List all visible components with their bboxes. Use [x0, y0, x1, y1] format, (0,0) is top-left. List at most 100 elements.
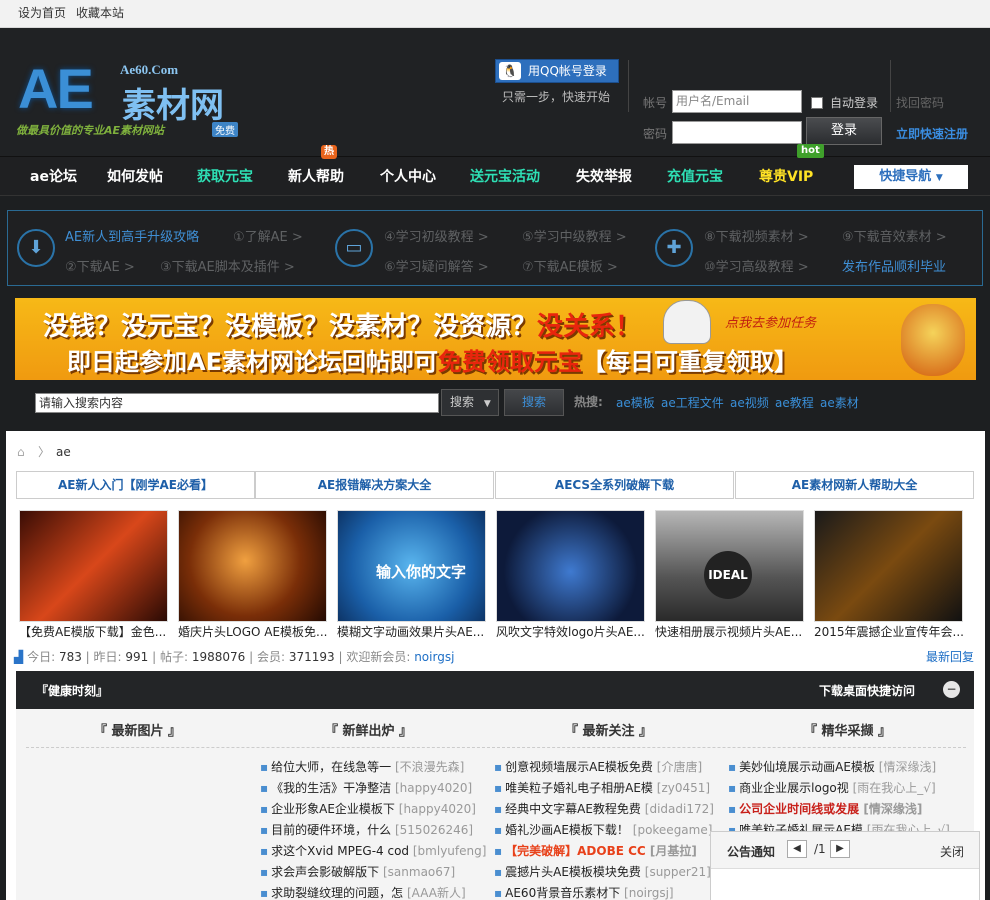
login-button[interactable]: 登录: [806, 117, 882, 145]
auto-login-checkbox[interactable]: [811, 97, 823, 109]
post-author: [情深缘浅]: [878, 760, 937, 774]
guide-title[interactable]: AE新人到高手升级攻略: [65, 226, 199, 245]
nav-vip[interactable]: 尊贵VIP hot: [759, 144, 824, 197]
list-item[interactable]: ▪ 求这个Xvid MPEG-4 cod [bmlyufeng]: [260, 841, 486, 861]
breadcrumb-current[interactable]: ae: [56, 445, 71, 459]
guide-link[interactable]: ⑧下载视频素材 >: [704, 226, 809, 245]
nav-new-help[interactable]: 新人帮助 热: [288, 145, 344, 197]
next-icon[interactable]: ▶: [830, 840, 850, 858]
qq-login-button[interactable]: 🐧 用QQ帐号登录: [495, 59, 619, 83]
guide-link[interactable]: ⑥学习疑问解答 >: [384, 256, 489, 275]
list-item[interactable]: ▪ 《我的生活》干净整洁 [happy4020]: [260, 778, 472, 798]
guide-link[interactable]: ①了解AE >: [233, 226, 303, 245]
nav-vip-label: 尊贵VIP: [759, 169, 814, 185]
list-item[interactable]: ▪ 唯美粒子婚礼电子相册AE模 [zy0451]: [494, 778, 710, 798]
quick-nav-dropdown[interactable]: 快捷导航 ▼: [854, 165, 968, 189]
latest-reply-link[interactable]: 最新回复: [926, 648, 974, 665]
auto-login-label[interactable]: 自动登录: [830, 94, 878, 111]
list-item[interactable]: ▪ 震撼片头AE模板模块免费 [supper21]: [494, 862, 711, 882]
post-title: 经典中文字幕AE教程免费: [505, 802, 641, 816]
guide-link[interactable]: ④学习初级教程 >: [384, 226, 489, 245]
site-logo[interactable]: AE Ae60.Com 素材网 做最具价值的专业AE素材网站 免费: [14, 44, 244, 154]
list-item[interactable]: ▪ 求会声会影破解版下 [sanmao67]: [260, 862, 455, 882]
bullet-icon: ▪: [260, 802, 269, 816]
nav-personal-center[interactable]: 个人中心: [380, 157, 436, 197]
thumbnail-image[interactable]: [496, 510, 645, 622]
bookmark-link[interactable]: 收藏本站: [76, 6, 124, 20]
bullet-icon: ▪: [728, 781, 737, 795]
list-item[interactable]: ▪ 公司企业时间线或发展 [情深缘浅]: [728, 799, 922, 819]
forum-stats: ▟ 今日: 783 | 昨日: 991 | 帖子: 1988076 | 会员: …: [14, 650, 455, 664]
hot-keyword[interactable]: ae素材: [820, 394, 859, 411]
tab-help[interactable]: AE素材网新人帮助大全: [735, 471, 974, 499]
password-input[interactable]: [672, 121, 802, 144]
thumbnail-image[interactable]: [178, 510, 327, 622]
stats-today: 783: [58, 650, 82, 664]
account-label: 帐号: [643, 96, 668, 110]
list-item[interactable]: ▪ 创意视频墙展示AE模板免费 [介唐唐]: [494, 757, 702, 777]
nav-how-to-post[interactable]: 如何发帖: [107, 157, 163, 197]
hot-keyword[interactable]: ae工程文件: [661, 394, 724, 411]
thumbnail-image[interactable]: 输入你的文字: [337, 510, 486, 622]
tab-errors[interactable]: AE报错解决方案大全: [255, 471, 494, 499]
guide-final-link[interactable]: 发布作品顺利毕业: [842, 256, 946, 275]
thumbnail-caption[interactable]: 风吹文字特效logo片头AE...: [496, 624, 646, 640]
search-button[interactable]: 搜索: [504, 389, 564, 416]
guide-link[interactable]: ⑨下载音效素材 >: [842, 226, 947, 245]
list-item[interactable]: ▪ 企业形象AE企业模板下 [happy4020]: [260, 799, 476, 819]
list-item[interactable]: ▪ 商业企业展示logo视 [雨在我心上_√]: [728, 778, 936, 798]
hot-keyword[interactable]: ae教程: [775, 394, 814, 411]
list-item[interactable]: ▪ 目前的硬件环境，什么 [515026246]: [260, 820, 473, 840]
nav-ae-forum[interactable]: ae论坛: [30, 157, 77, 197]
search-input[interactable]: 请输入搜索内容: [35, 393, 439, 413]
thumbnail-caption[interactable]: 【免费AE模版下载】金色...: [19, 624, 169, 640]
post-title: 唯美粒子婚礼电子相册AE模: [505, 781, 653, 795]
post-author: [sanmao67]: [382, 865, 456, 879]
hot-keyword[interactable]: ae模板: [616, 394, 655, 411]
caret-down-icon: ▼: [483, 399, 491, 409]
list-item[interactable]: ▪ 【完美破解】ADOBE CC [月基拉]: [494, 841, 697, 861]
set-home-link[interactable]: 设为首页: [18, 6, 66, 20]
guide-link[interactable]: ⑩学习高级教程 >: [704, 256, 809, 275]
collapse-icon[interactable]: −: [943, 681, 960, 698]
thumbnail-image[interactable]: [19, 510, 168, 622]
thumbnail-caption[interactable]: 快速相册展示视频片头AE...: [655, 624, 805, 640]
list-item[interactable]: ▪ 给位大师，在线急等一 [不浪漫先森]: [260, 757, 464, 777]
newest-member-link[interactable]: noirgsj: [414, 650, 454, 664]
nav-report[interactable]: 失效举报: [576, 157, 632, 197]
thumbnail-image[interactable]: [814, 510, 963, 622]
prev-icon[interactable]: ◀: [787, 840, 807, 858]
thumbnail-caption[interactable]: 婚庆片头LOGO AE模板免...: [178, 624, 328, 640]
guide-link[interactable]: ②下载AE >: [65, 256, 135, 275]
list-item[interactable]: ▪ AE60背景音乐素材下 [noirgsj]: [494, 883, 674, 900]
bullet-icon: ▪: [260, 781, 269, 795]
hot-keyword[interactable]: ae视频: [730, 394, 769, 411]
home-icon[interactable]: ⌂: [17, 445, 31, 459]
column-header-images: 『 最新图片 』: [94, 724, 182, 739]
guide-link[interactable]: ③下载AE脚本及插件 >: [160, 256, 295, 275]
thumbnail-image[interactable]: IDEAL: [655, 510, 804, 622]
tab-aecs-download[interactable]: AECS全系列破解下载: [495, 471, 734, 499]
notice-header: 公告通知 ◀ /1 ▶ 关闭: [711, 832, 979, 869]
nav-recharge[interactable]: 充值元宝: [667, 157, 723, 197]
post-author: [zy0451]: [656, 781, 711, 795]
nav-ingot-event[interactable]: 送元宝活动: [470, 157, 540, 197]
promo-banner[interactable]: 没钱？没元宝？没模板？没素材？没资源？没关系！ 点我去参加任务 即日起参加AE素…: [15, 298, 976, 380]
register-link[interactable]: 立即快速注册: [896, 125, 968, 142]
thumbnail-caption[interactable]: 模糊文字动画效果片头AE...: [337, 624, 487, 640]
list-item[interactable]: ▪ 经典中文字幕AE教程免费 [didadi172]: [494, 799, 714, 819]
bullet-icon: ▪: [260, 760, 269, 774]
search-scope-select[interactable]: 搜索 ▼: [441, 389, 499, 416]
nav-get-ingots[interactable]: 获取元宝: [197, 157, 253, 197]
guide-link[interactable]: ⑦下载AE模板 >: [522, 256, 618, 275]
account-input[interactable]: 用户名/Email: [672, 90, 802, 113]
notice-close-button[interactable]: 关闭: [940, 843, 964, 860]
list-item[interactable]: ▪ 求助裂缝纹理的问题，怎 [AAA新人]: [260, 883, 466, 900]
forgot-password-link[interactable]: 找回密码: [896, 94, 944, 111]
list-item[interactable]: ▪ 美妙仙境展示动画AE模板 [情深缘浅]: [728, 757, 936, 777]
list-item[interactable]: ▪ 婚礼沙画AE模板下载！ [pokeegame]: [494, 820, 712, 840]
thumbnail-caption[interactable]: 2015年震撼企业宣传年会...: [814, 624, 964, 640]
desktop-shortcut-link[interactable]: 下载桌面快捷访问: [819, 682, 915, 699]
guide-link[interactable]: ⑤学习中级教程 >: [522, 226, 627, 245]
tab-newbie[interactable]: AE新人入门【刚学AE必看】: [16, 471, 255, 499]
